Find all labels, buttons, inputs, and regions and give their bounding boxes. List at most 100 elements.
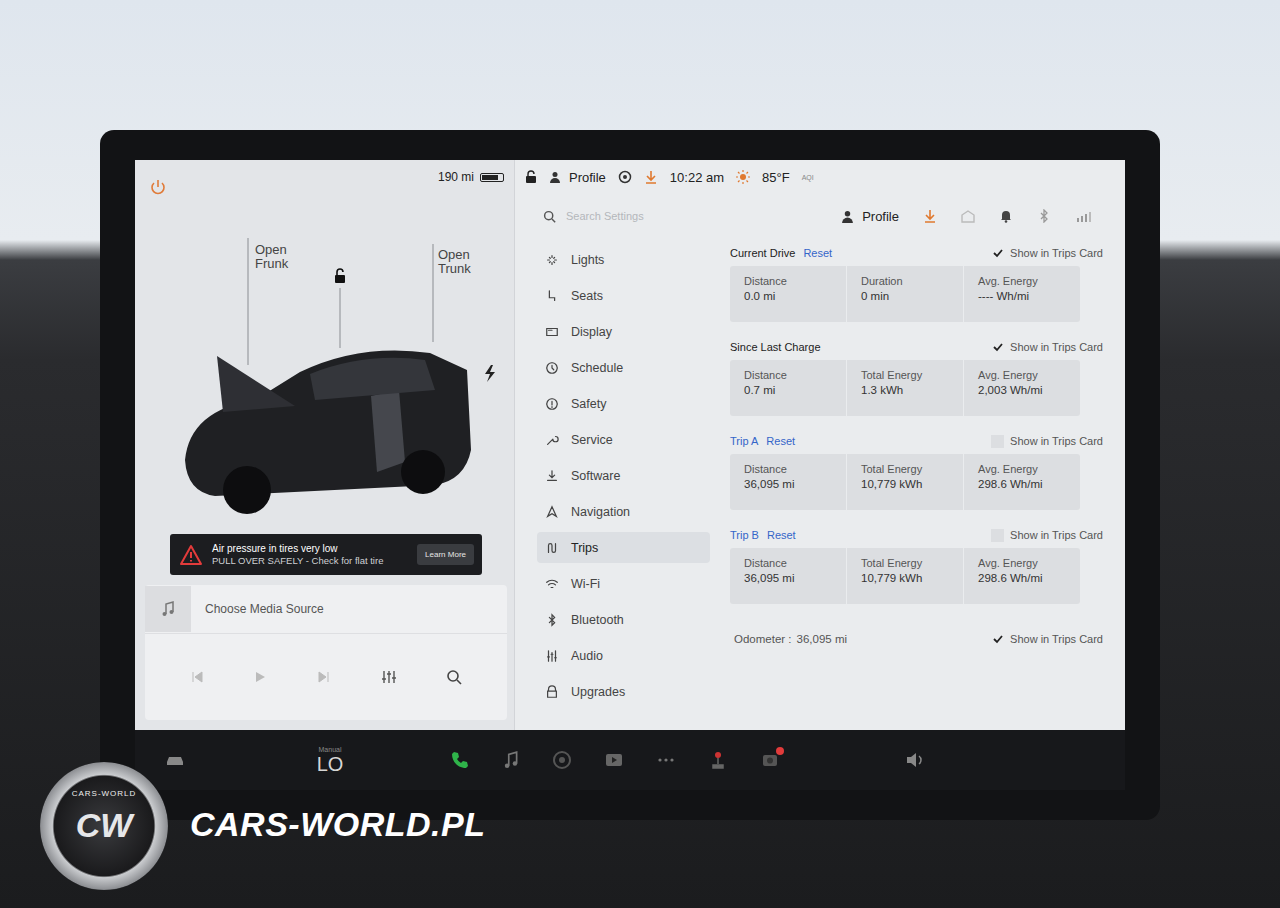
settings-search[interactable]: Search Settings: [543, 210, 644, 223]
play-icon[interactable]: [253, 670, 267, 684]
equalizer-icon[interactable]: [381, 669, 397, 685]
menu-item[interactable]: Service: [537, 424, 710, 455]
stat-label: Duration: [861, 275, 953, 287]
menu-item-icon: [545, 541, 559, 555]
phone-icon[interactable]: [450, 750, 470, 770]
checkbox-label: Show in Trips Card: [1010, 529, 1103, 541]
car-icon: [135, 160, 515, 525]
menu-item-label: Safety: [571, 397, 606, 411]
show-in-trips-card-toggle[interactable]: Show in Trips Card: [991, 529, 1103, 542]
climate-control[interactable]: ManualLO: [305, 746, 355, 775]
checkbox[interactable]: [991, 435, 1004, 448]
previous-icon[interactable]: [190, 670, 204, 684]
menu-item[interactable]: Bluetooth: [537, 604, 710, 635]
menu-item[interactable]: Upgrades: [537, 676, 710, 707]
menu-item-icon: [545, 577, 559, 591]
menu-item-icon: [545, 253, 559, 267]
show-in-trips-card-toggle[interactable]: Show in Trips Card: [991, 632, 1103, 645]
menu-item[interactable]: Schedule: [537, 352, 710, 383]
menu-item[interactable]: Seats: [537, 280, 710, 311]
check-icon: [992, 247, 1004, 259]
menu-item[interactable]: Wi-Fi: [537, 568, 710, 599]
header-icons: Profile: [841, 209, 1091, 224]
show-in-trips-card-toggle[interactable]: Show in Trips Card: [991, 341, 1103, 354]
more-icon[interactable]: [656, 750, 676, 770]
menu-item[interactable]: Trips: [537, 532, 710, 563]
menu-item-label: Service: [571, 433, 613, 447]
bluetooth-icon[interactable]: [1037, 209, 1051, 223]
profile-button[interactable]: Profile: [841, 209, 899, 224]
checkbox[interactable]: [991, 529, 1004, 542]
profile-button[interactable]: Profile: [549, 170, 606, 185]
dashcam-button[interactable]: [760, 750, 780, 770]
stat-value: 36,095 mi: [744, 572, 836, 584]
alert-title: Air pressure in tires very low: [212, 542, 407, 555]
search-icon[interactable]: [446, 669, 462, 685]
theater-icon[interactable]: [604, 750, 624, 770]
stat-label: Avg. Energy: [978, 275, 1070, 287]
menu-item-label: Lights: [571, 253, 604, 267]
menu-item[interactable]: Lights: [537, 244, 710, 275]
sun-icon: [736, 170, 750, 184]
music-icon[interactable]: [502, 751, 520, 769]
trip-stat: Distance0.7 mi: [730, 360, 847, 416]
menu-item-label: Audio: [571, 649, 603, 663]
stat-value: 298.6 Wh/mi: [978, 478, 1070, 490]
camera-icon[interactable]: [552, 750, 572, 770]
battery-icon: [480, 173, 504, 182]
unlock-icon[interactable]: [332, 268, 348, 284]
stat-value: 0 min: [861, 290, 953, 302]
open-frunk-button[interactable]: Open Frunk: [255, 243, 315, 272]
reset-button[interactable]: Reset: [767, 529, 796, 541]
trip-stat: Distance36,095 mi: [730, 548, 847, 604]
alert-message: PULL OVER SAFELY - Check for flat tire: [212, 555, 407, 567]
joystick-icon[interactable]: [708, 750, 728, 770]
menu-item[interactable]: Display: [537, 316, 710, 347]
car-stage: Open Frunk Open Trunk: [135, 200, 514, 528]
menu-item[interactable]: Audio: [537, 640, 710, 671]
menu-item[interactable]: Safety: [537, 388, 710, 419]
photo-scene: 190 mi Open Frunk Open Trunk Air pressure i…: [0, 0, 1280, 908]
clock-text: 10:22 am: [670, 170, 724, 185]
stat-value: ---- Wh/mi: [978, 290, 1070, 302]
climate-mode-text: Manual: [319, 746, 342, 753]
menu-item-icon: [545, 397, 559, 411]
trip-section: Trip AResetShow in Trips CardDistance36,…: [730, 428, 1103, 510]
media-source-row[interactable]: Choose Media Source: [145, 585, 507, 634]
signal-icon: [1075, 209, 1091, 223]
profile-text: Profile: [862, 209, 899, 224]
trip-stat: Total Energy10,779 kWh: [847, 548, 964, 604]
range-text: 190 mi: [438, 170, 474, 184]
download-icon[interactable]: [923, 209, 937, 223]
bell-icon[interactable]: [999, 209, 1013, 223]
volume-icon[interactable]: [905, 751, 925, 769]
trip-stats: Distance36,095 miTotal Energy10,779 kWhA…: [730, 454, 1080, 510]
checkbox[interactable]: [991, 632, 1004, 645]
sentry-icon[interactable]: [618, 170, 632, 184]
learn-more-button[interactable]: Learn More: [417, 544, 474, 565]
unlock-icon[interactable]: [525, 170, 537, 184]
check-icon: [992, 633, 1004, 645]
download-icon[interactable]: [644, 170, 658, 184]
power-icon[interactable]: [149, 178, 167, 196]
reset-button[interactable]: Reset: [766, 435, 795, 447]
reset-button[interactable]: Reset: [803, 247, 832, 259]
vehicle-status-row: 190 mi: [135, 160, 514, 200]
checkbox[interactable]: [991, 247, 1004, 260]
trip-stat: Avg. Energy2,003 Wh/mi: [964, 360, 1080, 416]
open-trunk-button[interactable]: Open Trunk: [438, 248, 498, 277]
show-in-trips-card-toggle[interactable]: Show in Trips Card: [991, 435, 1103, 448]
menu-item-icon: [545, 469, 559, 483]
garage-icon[interactable]: [961, 209, 975, 223]
trip-stat: Distance36,095 mi: [730, 454, 847, 510]
checkbox[interactable]: [991, 341, 1004, 354]
main-area: 190 mi Open Frunk Open Trunk Air pressure i…: [135, 160, 1125, 730]
trip-section-header: Since Last ChargeShow in Trips Card: [730, 334, 1103, 360]
trip-stats: Distance0.0 miDuration0 minAvg. Energy--…: [730, 266, 1080, 322]
next-icon[interactable]: [317, 670, 331, 684]
car-icon[interactable]: [165, 753, 185, 767]
show-in-trips-card-toggle[interactable]: Show in Trips Card: [991, 247, 1103, 260]
stat-value: 298.6 Wh/mi: [978, 572, 1070, 584]
menu-item[interactable]: Software: [537, 460, 710, 491]
menu-item[interactable]: Navigation: [537, 496, 710, 527]
